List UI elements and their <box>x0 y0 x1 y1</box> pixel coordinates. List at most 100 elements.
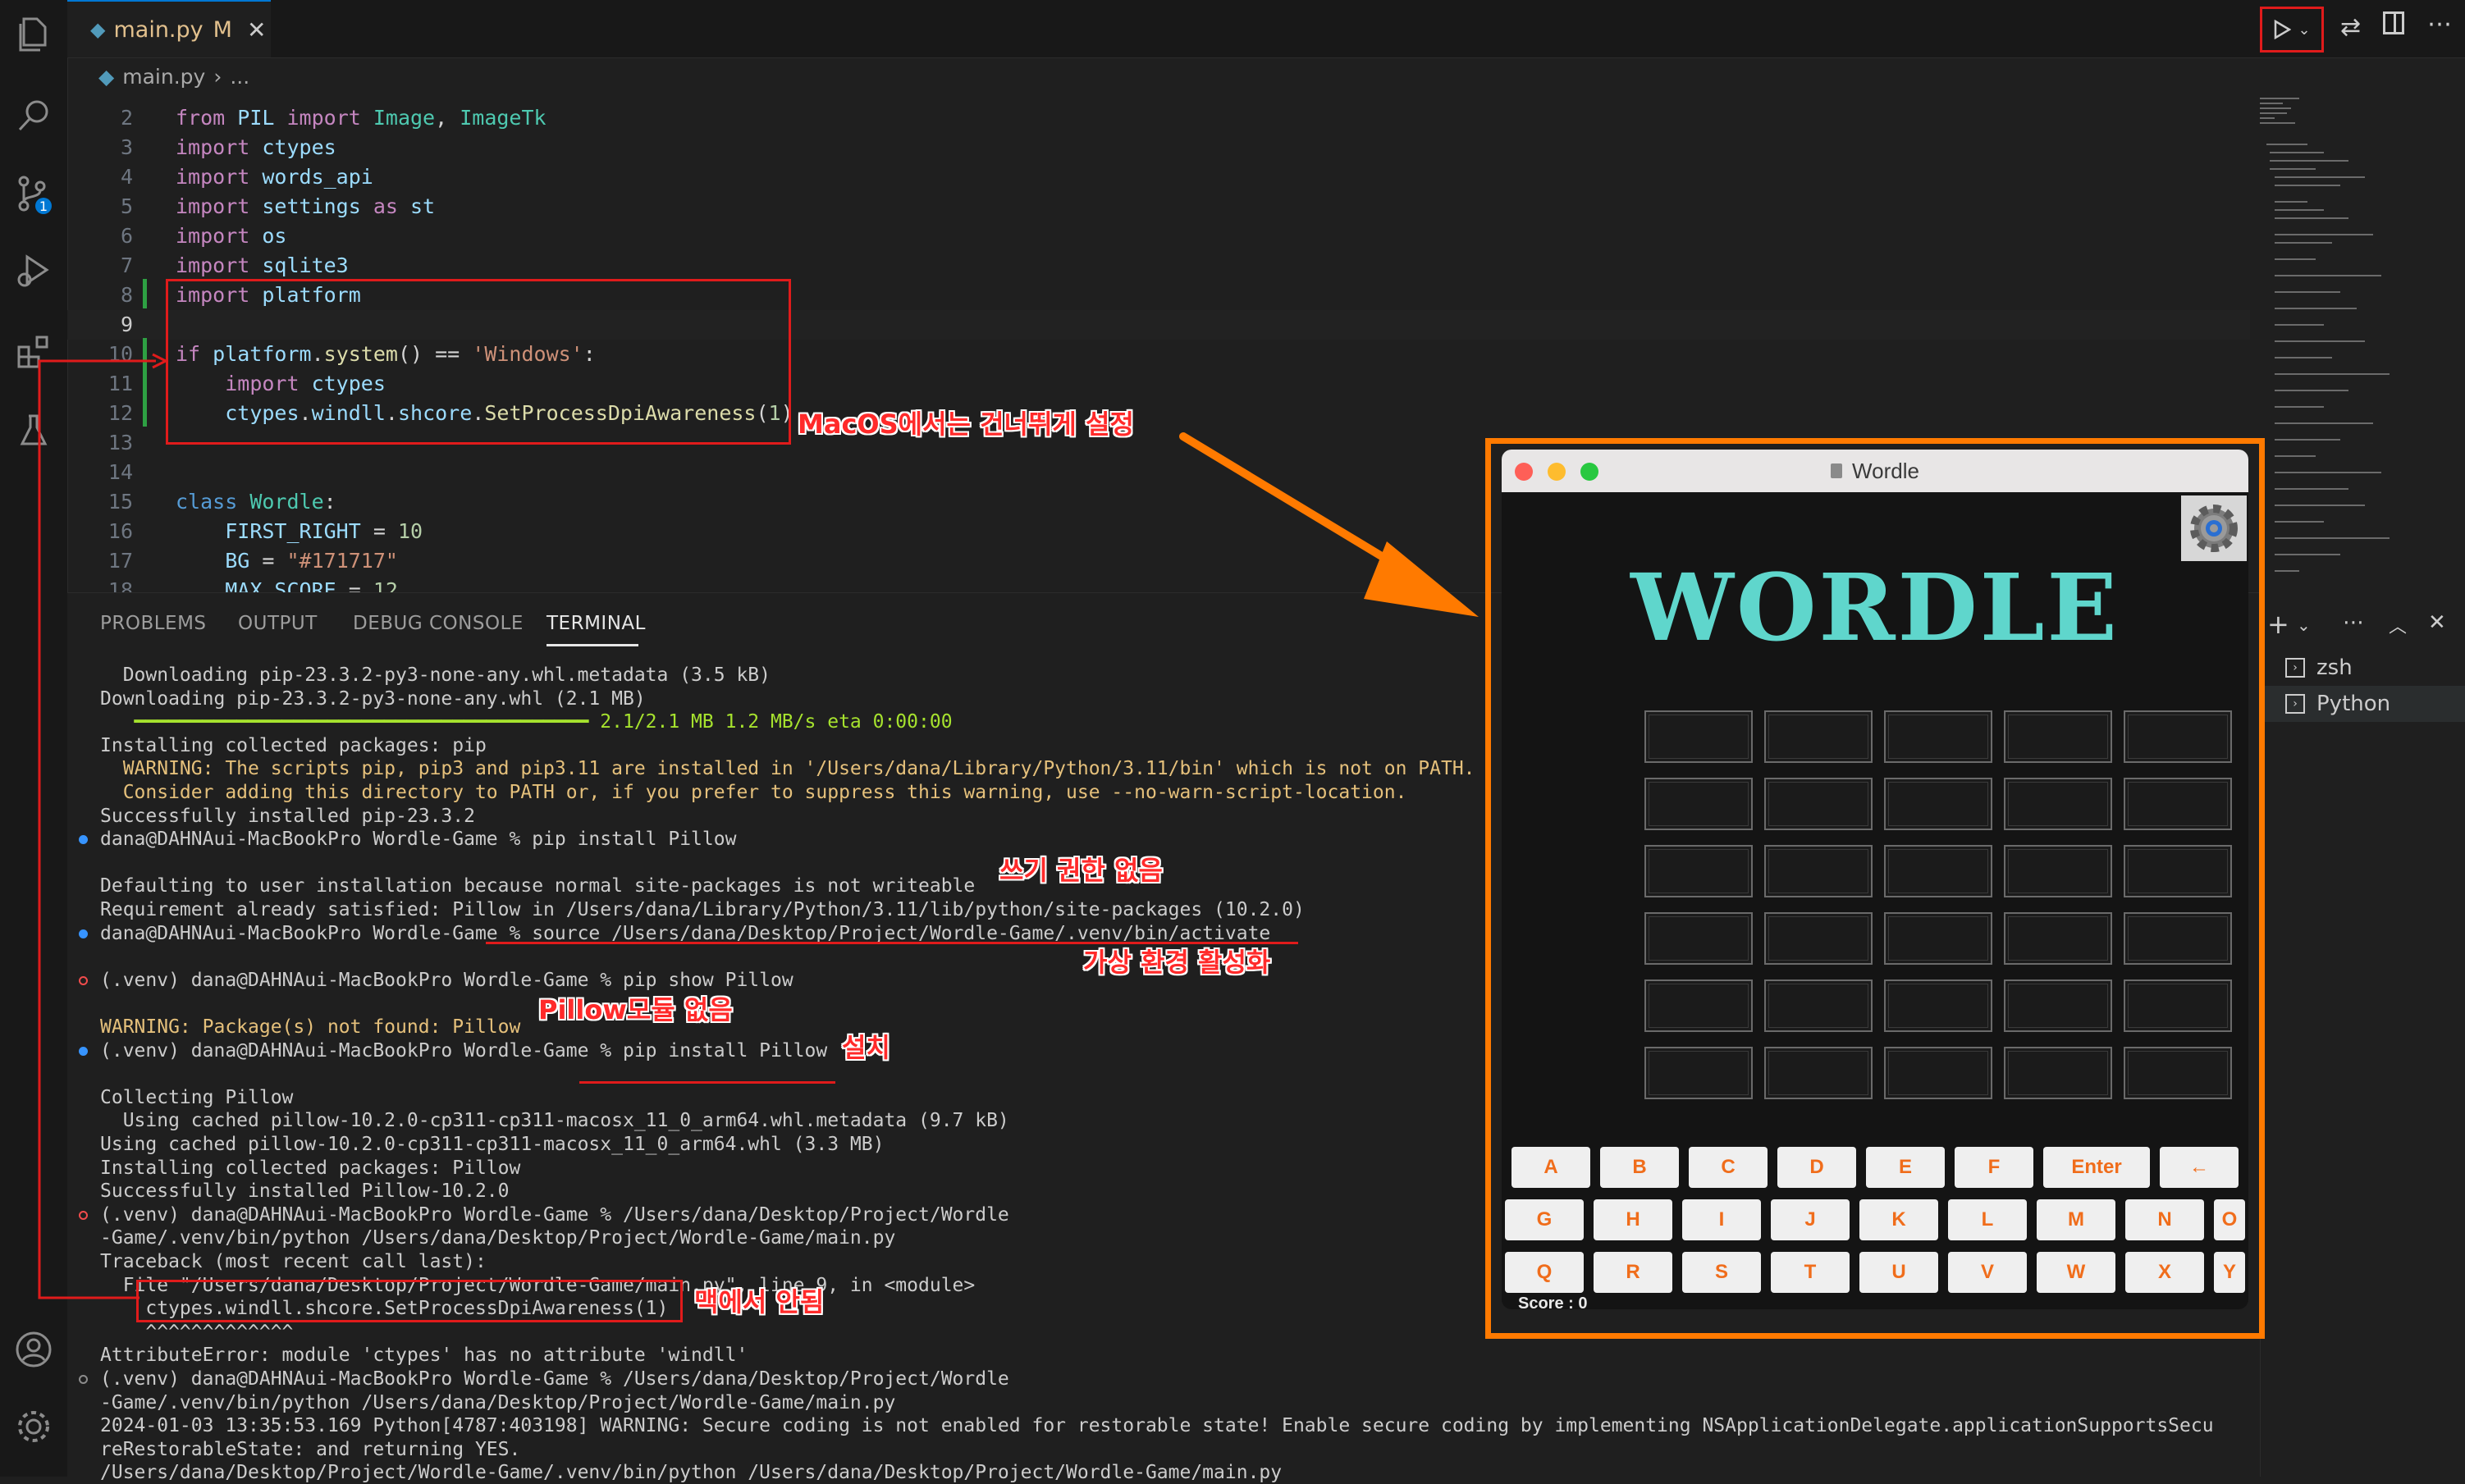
maximize-panel-icon[interactable]: ︿ <box>2389 612 2407 638</box>
terminal-label: Python <box>2316 692 2391 716</box>
code-text: class Wordle: <box>176 487 336 517</box>
line-number: 8 <box>120 283 133 307</box>
search-icon[interactable] <box>13 95 54 136</box>
letter-tile <box>1884 778 1992 830</box>
key-s[interactable]: S <box>1682 1252 1761 1293</box>
breadcrumb-symbols[interactable]: ... <box>230 65 249 89</box>
close-panel-icon[interactable]: ✕ <box>2428 610 2446 635</box>
tab-debug-console[interactable]: DEBUG CONSOLE <box>353 613 524 634</box>
key-e[interactable]: E <box>1866 1147 1945 1188</box>
code-token: sqlite3 <box>262 253 349 277</box>
account-icon[interactable] <box>13 1329 54 1370</box>
terminal-line: Using cached pillow-10.2.0-cp311-cp311-m… <box>100 1110 1009 1132</box>
key-f[interactable]: F <box>1955 1147 2033 1188</box>
code-token: 10 <box>397 519 423 543</box>
tab-output[interactable]: OUTPUT <box>238 613 318 634</box>
settings-gear-icon[interactable] <box>13 1406 54 1447</box>
editor-tab-bar: ◆ main.py M ✕ ⌄ ⇄ ⋯ <box>67 0 2465 58</box>
letter-tile <box>1884 845 1992 897</box>
key-w[interactable]: W <box>2037 1252 2115 1293</box>
explorer-icon[interactable] <box>13 15 54 56</box>
key-l[interactable]: L <box>1948 1199 2027 1240</box>
key-i[interactable]: I <box>1682 1199 1761 1240</box>
terminal-item-zsh[interactable]: › zsh <box>2285 653 2353 683</box>
command-status-dot[interactable] <box>79 1375 88 1384</box>
key-enter[interactable]: Enter <box>2043 1147 2150 1188</box>
tab-main-py[interactable]: ◆ main.py M ✕ <box>67 0 271 57</box>
letter-tile <box>1764 845 1873 897</box>
key-j[interactable]: J <box>1771 1199 1850 1240</box>
key-g[interactable]: G <box>1505 1199 1584 1240</box>
code-token: 12 <box>373 578 398 592</box>
key-a[interactable]: A <box>1511 1147 1590 1188</box>
key-q[interactable]: Q <box>1505 1252 1584 1293</box>
terminal-line: Downloading pip-23.3.2-py3-none-any.whl.… <box>100 664 771 686</box>
letter-tile <box>1884 1047 1992 1099</box>
key-r[interactable]: R <box>1594 1252 1672 1293</box>
code-token: "#171717" <box>286 549 398 573</box>
terminal-line: Downloading pip-23.3.2-py3-none-any.whl … <box>100 687 646 710</box>
letter-tile <box>2124 1047 2232 1099</box>
key-backspace[interactable]: ← <box>2160 1147 2239 1188</box>
play-icon <box>2275 20 2292 39</box>
new-terminal-icon[interactable]: + <box>2267 609 2289 640</box>
letter-tile <box>1884 912 1992 965</box>
code-text: import settings as st <box>176 192 435 221</box>
key-u[interactable]: U <box>1859 1252 1938 1293</box>
minimize-window-button[interactable] <box>1548 463 1566 481</box>
code-text: import words_api <box>176 162 373 192</box>
terminal-item-python[interactable]: › Python <box>2261 686 2465 722</box>
code-token: import <box>176 194 263 218</box>
run-python-file-button[interactable]: ⌄ <box>2260 7 2324 53</box>
minimap[interactable] <box>2250 95 2465 592</box>
key-k[interactable]: K <box>1859 1199 1938 1240</box>
key-v[interactable]: V <box>1948 1252 2027 1293</box>
source-control-icon[interactable]: 1 <box>13 174 54 215</box>
key-h[interactable]: H <box>1594 1199 1672 1240</box>
chevron-down-icon[interactable]: ⌄ <box>2297 615 2311 635</box>
key-m[interactable]: M <box>2037 1199 2115 1240</box>
terminal-line: /Users/dana/Desktop/Project/Wordle-Game/… <box>100 1462 1283 1484</box>
code-token: : <box>323 490 336 514</box>
breadcrumb-file[interactable]: main.py <box>122 65 205 89</box>
app-document-icon <box>1831 463 1843 478</box>
line-number: 5 <box>120 194 133 218</box>
key-c[interactable]: C <box>1689 1147 1768 1188</box>
terminal-line: Defaulting to user installation because … <box>100 875 976 897</box>
key-o[interactable]: O <box>2214 1199 2245 1240</box>
code-line: 6 import os <box>67 221 2250 251</box>
python-file-icon: ◆ <box>98 64 115 89</box>
key-y[interactable]: Y <box>2214 1252 2245 1293</box>
more-actions-icon[interactable]: ⋯ <box>2343 610 2364 635</box>
code-token: import <box>286 106 373 130</box>
more-actions-icon[interactable]: ⋯ <box>2427 10 2452 39</box>
code-line: 5 import settings as st <box>67 192 2250 221</box>
pointer-arrow-icon <box>1179 432 1479 617</box>
key-n[interactable]: N <box>2125 1199 2204 1240</box>
terminal-line: Consider adding this directory to PATH o… <box>100 782 1407 803</box>
code-token: BG <box>225 549 250 573</box>
terminal-line: reRestorableState: and returning YES. <box>100 1438 521 1460</box>
letter-tile <box>2004 778 2112 830</box>
close-window-button[interactable] <box>1515 463 1533 481</box>
zoom-window-button[interactable] <box>1580 463 1598 481</box>
letter-tile <box>2004 912 2112 965</box>
split-editor-icon[interactable] <box>2383 11 2404 34</box>
compare-changes-icon[interactable]: ⇄ <box>2340 13 2361 42</box>
terminal-line: (.venv) dana@DAHNAui-MacBookPro Wordle-G… <box>100 1039 828 1062</box>
letter-tile <box>1644 979 1753 1032</box>
key-b[interactable]: B <box>1600 1147 1679 1188</box>
tab-close-icon[interactable]: ✕ <box>247 16 266 43</box>
key-t[interactable]: T <box>1771 1252 1850 1293</box>
tab-terminal[interactable]: TERMINAL <box>547 613 646 634</box>
code-text: import os <box>176 221 286 251</box>
settings-gear-button[interactable] <box>2181 495 2247 561</box>
key-d[interactable]: D <box>1777 1147 1856 1188</box>
letter-tile <box>2004 845 2112 897</box>
run-debug-icon[interactable] <box>13 251 54 292</box>
key-x[interactable]: X <box>2125 1252 2204 1293</box>
highlight-error-line <box>136 1280 683 1322</box>
breadcrumb: ◆ main.py › ... <box>67 57 2281 95</box>
chevron-down-icon: ⌄ <box>2298 21 2311 39</box>
